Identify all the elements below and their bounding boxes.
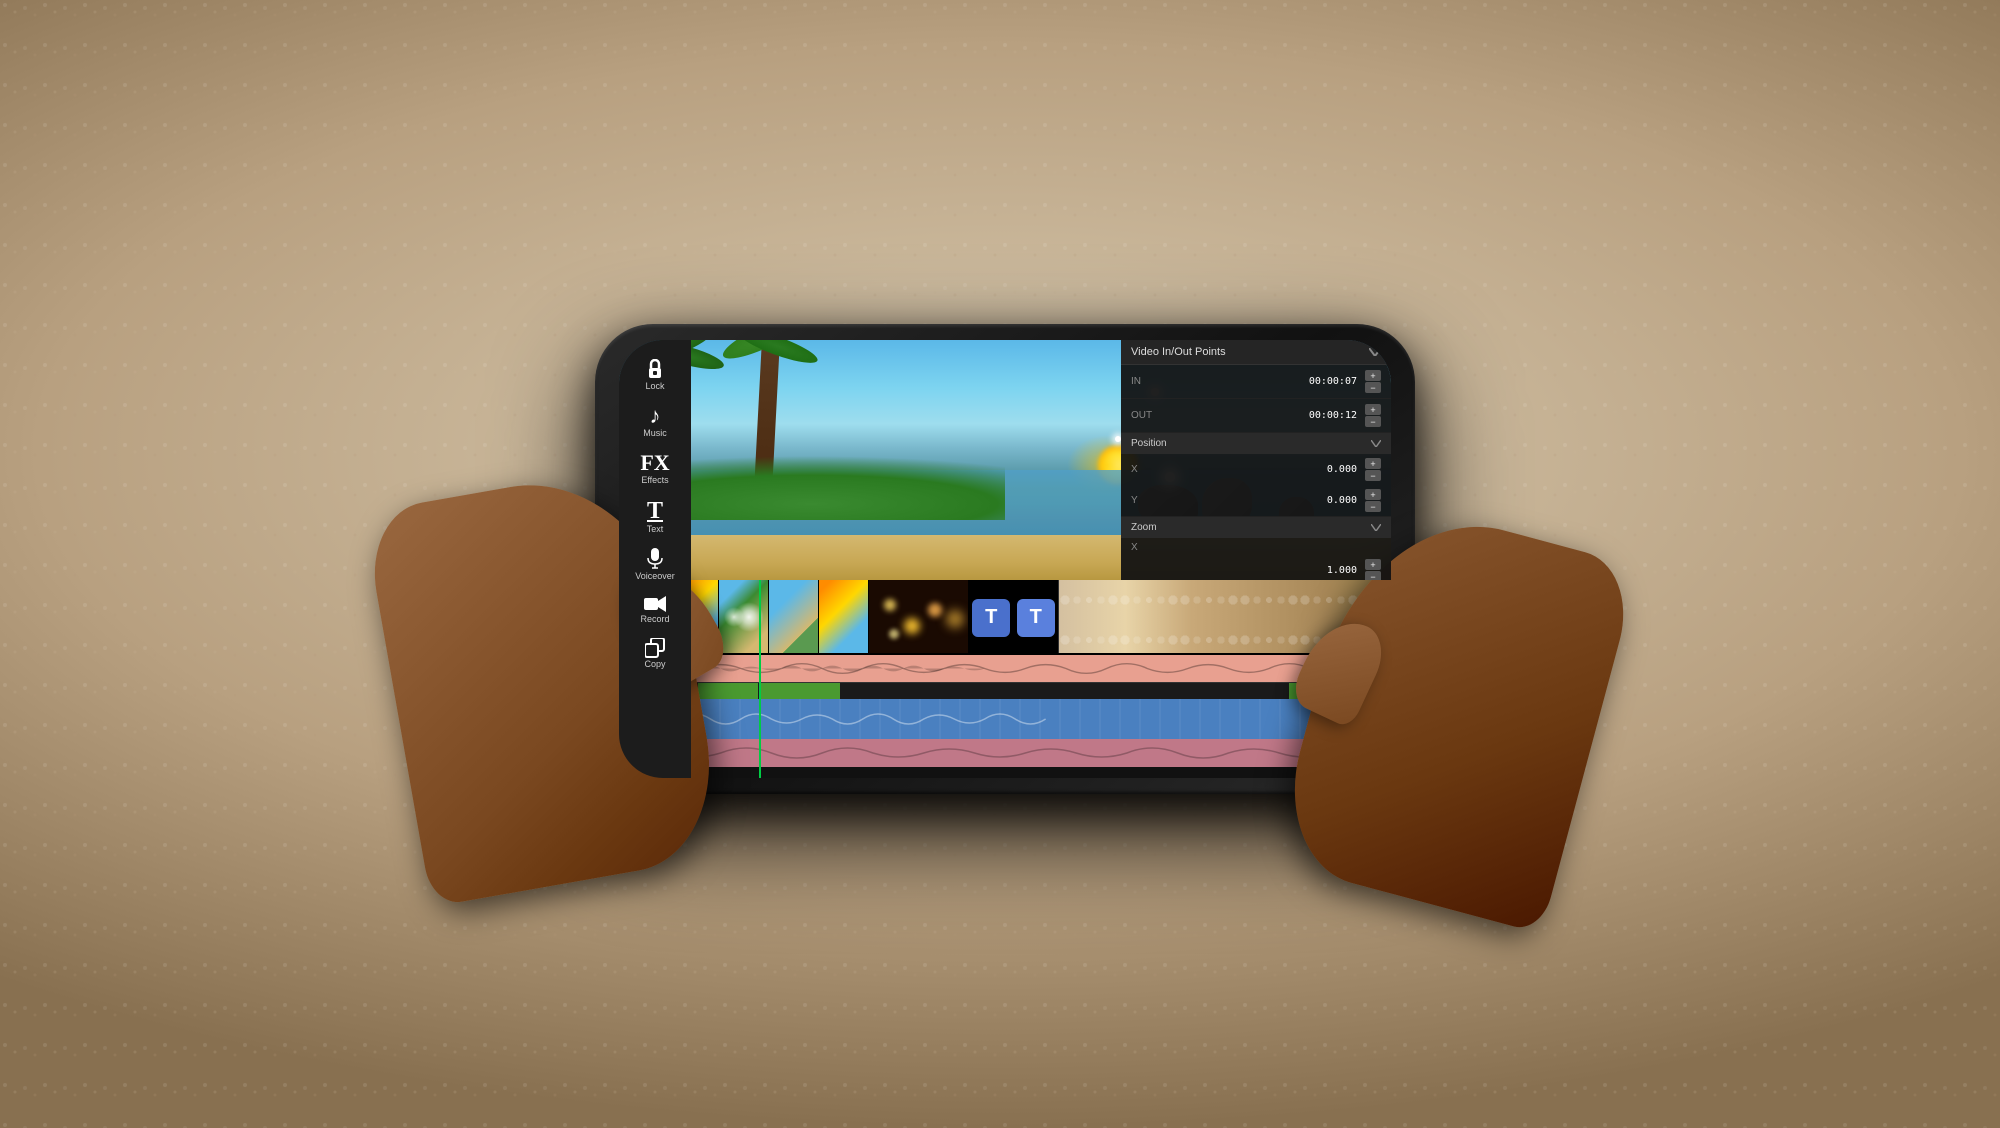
- phone-screen: Lock ♪ Music FX Effects T Text: [619, 340, 1391, 778]
- position-label: Position: [1131, 438, 1167, 449]
- zoom-x-controls[interactable]: + −: [1365, 559, 1381, 580]
- left-sidebar: Lock ♪ Music FX Effects T Text: [619, 340, 691, 778]
- fx-label: Effects: [641, 476, 668, 485]
- sidebar-item-record[interactable]: Record: [625, 589, 685, 630]
- in-label: IN: [1131, 376, 1159, 387]
- bokeh-clip: [869, 580, 969, 655]
- zoom-section-header: Zoom: [1121, 517, 1391, 538]
- light-flare-2: [724, 607, 744, 627]
- zoom-label: Zoom: [1131, 522, 1157, 533]
- pos-y-row: Y 0.000 + −: [1121, 485, 1391, 517]
- pos-x-plus-btn[interactable]: +: [1365, 458, 1381, 469]
- audio-track: [619, 655, 1391, 683]
- zoom-x-value: 1.000: [1131, 565, 1365, 576]
- zoom-x-axis-label: X: [1131, 542, 1146, 553]
- sidebar-item-lock[interactable]: Lock: [625, 352, 685, 397]
- right-hand: [1315, 524, 1595, 904]
- playhead: [759, 580, 761, 778]
- text-icon: T: [647, 499, 663, 523]
- sidebar-item-fx[interactable]: FX Effects: [625, 446, 685, 491]
- lock-icon: [644, 358, 666, 380]
- in-plus-btn[interactable]: +: [1365, 370, 1381, 381]
- record-icon: [644, 595, 666, 613]
- phone-body: Lock ♪ Music FX Effects T Text: [595, 324, 1415, 794]
- copy-label: Copy: [644, 660, 665, 669]
- pos-y-label: Y: [1131, 495, 1146, 506]
- main-video-track: T T: [619, 580, 1391, 655]
- sidebar-item-copy[interactable]: Copy: [625, 632, 685, 675]
- voiceover-icon: [647, 548, 663, 570]
- pos-x-minus-btn[interactable]: −: [1365, 470, 1381, 481]
- marker-track: [619, 683, 1391, 699]
- screen-content: Lock ♪ Music FX Effects T Text: [619, 340, 1391, 778]
- thumb-5: [819, 580, 869, 655]
- pos-x-label: X: [1131, 464, 1146, 475]
- tt-blocks-area: T T: [969, 580, 1059, 655]
- scene-wrapper: Lock ♪ Music FX Effects T Text: [0, 0, 2000, 1128]
- second-waveform: [619, 739, 1391, 767]
- voiceover-label: Voiceover: [635, 572, 675, 581]
- pos-y-minus-btn[interactable]: −: [1365, 501, 1381, 512]
- zoom-x-minus-btn[interactable]: −: [1365, 571, 1381, 580]
- out-minus-btn[interactable]: −: [1365, 416, 1381, 427]
- waveform-svg: [619, 655, 1391, 682]
- sidebar-item-text[interactable]: T Text: [625, 493, 685, 540]
- record-label: Record: [640, 615, 669, 624]
- marker-4: [760, 683, 840, 699]
- in-minus-btn[interactable]: −: [1365, 382, 1381, 393]
- pos-x-controls[interactable]: + −: [1365, 458, 1381, 481]
- pos-y-controls[interactable]: + −: [1365, 489, 1381, 512]
- zoom-x-plus-btn[interactable]: +: [1365, 559, 1381, 570]
- out-row: OUT 00:00:12 + −: [1121, 399, 1391, 433]
- position-section-header: Position: [1121, 433, 1391, 454]
- in-controls[interactable]: + −: [1365, 370, 1381, 393]
- thumb-4: [769, 580, 819, 655]
- inout-panel: Video In/Out Points IN 00:00:07 +: [1121, 340, 1391, 580]
- second-audio-track: [619, 739, 1391, 767]
- panel-title: Video In/Out Points: [1121, 340, 1391, 365]
- in-row: IN 00:00:07 + −: [1121, 365, 1391, 399]
- panel-title-text: Video In/Out Points: [1131, 346, 1226, 358]
- text-label: Text: [647, 525, 664, 534]
- bottom-overlay-track: [619, 699, 1391, 739]
- pos-y-plus-btn[interactable]: +: [1365, 489, 1381, 500]
- pos-x-value: 0.000: [1146, 464, 1365, 475]
- out-value: 00:00:12: [1159, 410, 1365, 421]
- pos-y-value: 0.000: [1146, 495, 1365, 506]
- zoom-x-row: 1.000 + −: [1121, 557, 1391, 580]
- fx-icon: FX: [640, 452, 669, 474]
- music-icon: ♪: [650, 405, 661, 427]
- main-area: ▶ 013 Undo: [619, 340, 1391, 778]
- music-label: Music: [643, 429, 667, 438]
- out-label: OUT: [1131, 410, 1159, 421]
- tt-block-2: T: [1017, 599, 1055, 637]
- in-value: 00:00:07: [1159, 376, 1365, 387]
- copy-icon: [645, 638, 665, 658]
- lock-label: Lock: [645, 382, 664, 391]
- out-plus-btn[interactable]: +: [1365, 404, 1381, 415]
- overlay-waveform: [619, 699, 1391, 739]
- pos-x-row: X 0.000 + −: [1121, 454, 1391, 485]
- marker-3: [698, 683, 758, 699]
- timeline-area: T T: [619, 580, 1391, 778]
- video-preview: ▶ 013 Undo: [619, 340, 1391, 580]
- tt-block-1: T: [972, 599, 1010, 637]
- zoom-x-label-row: X: [1121, 538, 1391, 557]
- sidebar-item-music[interactable]: ♪ Music: [625, 399, 685, 444]
- out-controls[interactable]: + −: [1365, 404, 1381, 427]
- sidebar-item-voiceover[interactable]: Voiceover: [625, 542, 685, 587]
